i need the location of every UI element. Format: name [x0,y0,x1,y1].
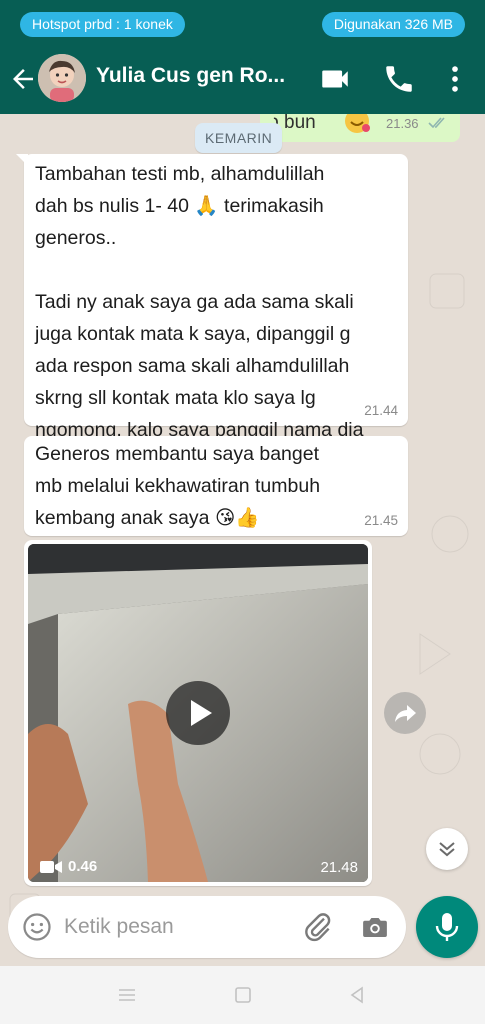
emoji-icon[interactable] [22,912,52,942]
incoming-message[interactable]: Generos membantu saya banget mb melalui … [24,436,408,536]
message-input[interactable] [64,910,284,944]
message-time: 21.48 [320,859,358,876]
message-time: 21.44 [364,403,398,418]
outgoing-message[interactable]: Pkp bun 21.36 [260,114,460,142]
camera-icon[interactable] [360,912,390,942]
system-nav-bar [0,966,485,1024]
more-vert-icon[interactable] [438,62,472,96]
smiling-emoji-icon [345,114,370,133]
message-composer [8,896,406,958]
date-divider: KEMARIN [195,123,283,153]
video-camera-icon [40,861,62,873]
hotspot-status: Hotspot prbd : 1 konek [20,12,185,37]
back-arrow-icon[interactable] [8,64,38,94]
attach-icon[interactable] [302,910,334,942]
bubble-tail [16,154,28,166]
video-thumbnail[interactable]: 0.46 21.48 [28,544,368,882]
video-call-icon[interactable] [318,62,352,96]
video-message[interactable]: 0.46 21.48 [24,540,372,886]
chat-area[interactable]: Pkp bun 21.36 KEMARIN Tambahan testi mb,… [0,114,485,964]
read-ticks-icon [428,117,445,129]
video-duration: 0.46 [68,858,98,875]
mic-icon [435,913,459,941]
message-time: 21.45 [364,513,398,528]
play-icon [191,700,212,726]
avatar-image [38,54,86,102]
home-icon[interactable] [232,984,254,1006]
message-text: Generos membantu saya banget mb melalui … [35,443,321,529]
scroll-to-bottom-button[interactable] [426,828,468,870]
double-chevron-down-icon [439,842,455,857]
forward-button[interactable] [384,692,426,734]
status-bar: Hotspot prbd : 1 konek Digunakan 326 MB [0,0,485,44]
chat-header: Yulia Cus gen Ro... [0,44,485,114]
data-usage-status: Digunakan 326 MB [321,12,465,37]
avatar[interactable] [38,54,86,102]
play-button[interactable] [166,681,230,745]
phone-icon[interactable] [382,62,416,96]
incoming-message[interactable]: Tambahan testi mb, alhamdulillah dah bs … [16,154,408,473]
menu-icon[interactable] [116,984,138,1006]
back-icon[interactable] [346,984,368,1006]
message-time: 21.36 [386,116,419,131]
contact-name[interactable]: Yulia Cus gen Ro... [96,64,306,88]
forward-icon [395,705,416,722]
message-text: Tambahan testi mb, alhamdulillah dah bs … [35,163,364,473]
mic-button[interactable] [416,896,478,958]
